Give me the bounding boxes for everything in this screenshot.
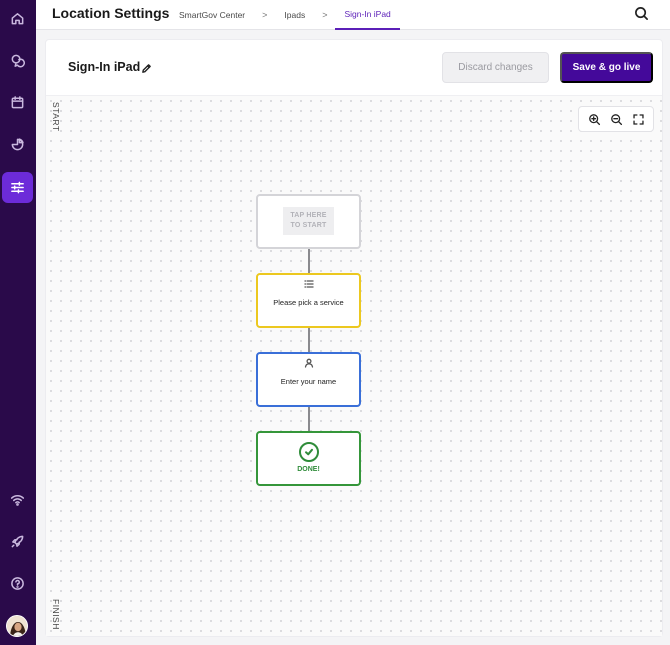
node-icon-wrap [258, 279, 359, 289]
node-icon-wrap [258, 358, 359, 368]
tap-to-start-placeholder: TAP HERE TO START [283, 207, 334, 235]
flow-canvas[interactable]: START FINISH TAP HERE TO START Please pi… [46, 96, 662, 636]
avatar-image [7, 616, 27, 636]
page-title: Location Settings [52, 5, 170, 21]
flow-connector [308, 407, 310, 431]
breadcrumb-ipads[interactable]: Ipads [275, 0, 314, 30]
save-go-live-button[interactable]: Save & go live [560, 52, 653, 83]
zoom-out-button[interactable] [608, 111, 624, 127]
flow-node-start[interactable]: TAP HERE TO START [256, 194, 361, 249]
fit-view-button[interactable] [630, 111, 646, 127]
node-label: DONE! [297, 466, 320, 473]
start-line-1: TAP HERE [290, 212, 327, 219]
home-icon [11, 13, 24, 25]
chat-icon [11, 54, 25, 68]
flow-connector [308, 249, 310, 273]
rocket-icon [11, 535, 24, 548]
flow-name: Sign-In iPad [68, 60, 141, 74]
list-icon [303, 280, 314, 288]
pencil-icon [142, 64, 151, 73]
sidebar-item-launch[interactable] [2, 526, 33, 557]
flow-node-name[interactable]: Enter your name [256, 352, 361, 407]
breadcrumb-separator: > [322, 10, 328, 20]
start-line-2: TO START [290, 222, 327, 229]
help-icon [11, 577, 24, 590]
user-avatar[interactable] [6, 615, 28, 637]
zoom-in-icon [588, 113, 600, 125]
zoom-in-button[interactable] [586, 111, 602, 127]
calendar-icon [11, 96, 24, 109]
flow-connector [308, 328, 310, 352]
breadcrumb-smartgov-center[interactable]: SmartGov Center [170, 0, 254, 30]
pie-chart-icon [11, 138, 24, 151]
zoom-controls [578, 106, 654, 132]
flow-node-service[interactable]: Please pick a service [256, 273, 361, 328]
sidebar-item-calendar[interactable] [2, 87, 33, 118]
breadcrumb: SmartGov Center > Ipads > Sign-In iPad [170, 0, 400, 30]
search-button[interactable] [634, 6, 650, 22]
sidebar-item-connectivity[interactable] [2, 484, 33, 515]
user-icon [304, 358, 313, 368]
sidebar-item-help[interactable] [2, 568, 33, 599]
sidebar-item-reports[interactable] [2, 129, 33, 160]
rename-button[interactable] [141, 61, 153, 73]
sidebar-item-messages[interactable] [2, 45, 33, 76]
fullscreen-icon [632, 113, 644, 125]
check-icon [305, 448, 313, 456]
sidebar-nav [0, 0, 36, 645]
check-circle-icon [299, 442, 319, 462]
wifi-icon [10, 495, 25, 506]
top-header: Location Settings SmartGov Center > Ipad… [36, 0, 670, 30]
breadcrumb-sign-in-ipad[interactable]: Sign-In iPad [335, 0, 400, 30]
sidebar-item-settings[interactable] [2, 172, 33, 203]
breadcrumb-separator: > [262, 10, 268, 20]
finish-label: FINISH [51, 599, 61, 630]
flow-node-done[interactable]: DONE! [256, 431, 361, 486]
discard-changes-button[interactable]: Discard changes [442, 52, 549, 83]
editor-toolbar: Sign-In iPad Discard changes Save & go l… [46, 40, 662, 96]
node-label: Please pick a service [273, 298, 344, 307]
node-label: Enter your name [280, 377, 337, 386]
search-icon [635, 7, 648, 20]
sliders-icon [11, 181, 24, 194]
flow-editor-panel: Sign-In iPad Discard changes Save & go l… [45, 39, 663, 637]
sidebar-item-home[interactable] [2, 3, 33, 34]
zoom-out-icon [610, 113, 622, 125]
start-label: START [51, 102, 61, 132]
